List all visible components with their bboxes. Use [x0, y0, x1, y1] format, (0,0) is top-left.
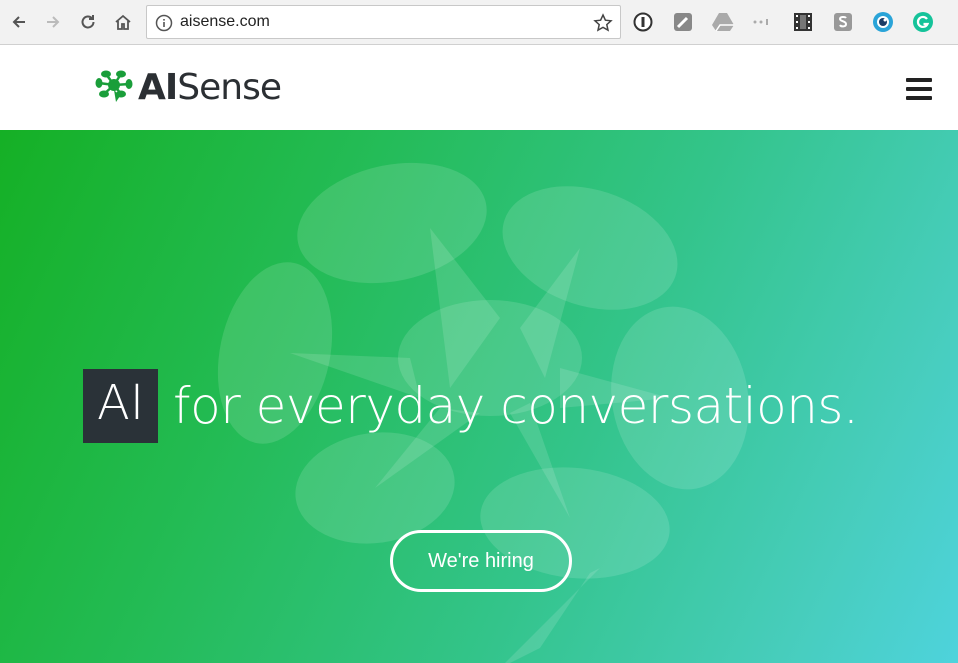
eye-extension-icon[interactable] — [872, 11, 894, 33]
logo-sense-text: Sense — [177, 67, 282, 108]
dots-extension-icon[interactable] — [752, 11, 774, 33]
hero-section: AI for everyday conversations. We're hir… — [0, 130, 958, 663]
browser-toolbar: aisense.com — [0, 0, 958, 45]
aisense-logo-text[interactable]: AISense — [138, 66, 282, 110]
url-text[interactable]: aisense.com — [180, 13, 270, 31]
grammarly-icon[interactable] — [912, 11, 934, 33]
google-drive-icon[interactable] — [712, 11, 734, 33]
hero-tagline: for everyday conversations. — [173, 377, 859, 435]
forward-arrow-icon[interactable] — [40, 9, 66, 35]
bookmark-star-icon[interactable] — [593, 13, 613, 33]
address-bar[interactable]: aisense.com — [146, 5, 621, 39]
site-header: AISense — [0, 46, 958, 130]
home-icon[interactable] — [110, 9, 136, 35]
back-arrow-icon[interactable] — [6, 9, 32, 35]
sticky-note-icon[interactable] — [672, 11, 694, 33]
hero-headline: AI for everyday conversations. — [83, 369, 859, 443]
one-password-icon[interactable] — [632, 11, 654, 33]
hiring-button[interactable]: We're hiring — [390, 530, 572, 592]
info-icon[interactable] — [155, 14, 173, 32]
s-extension-icon[interactable] — [832, 11, 854, 33]
logo-ai-text: AI — [138, 67, 178, 108]
reload-icon[interactable] — [75, 9, 101, 35]
film-strip-icon[interactable] — [792, 11, 814, 33]
hamburger-menu-icon[interactable] — [906, 78, 932, 100]
aisense-logo-icon[interactable] — [94, 66, 134, 106]
ai-highlight-box: AI — [83, 369, 158, 443]
